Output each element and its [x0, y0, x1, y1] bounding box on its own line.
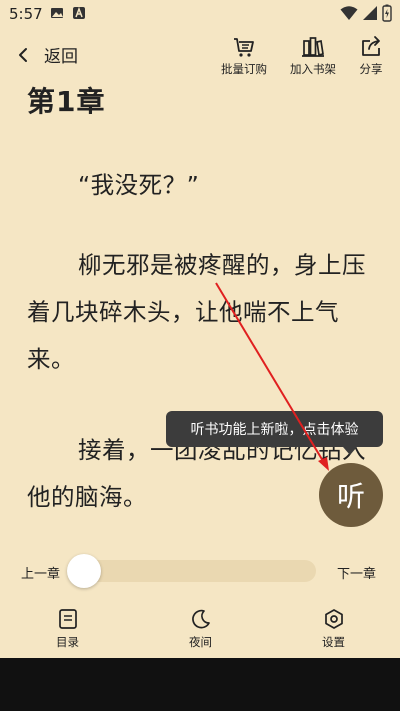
night-label: 夜间 [189, 635, 212, 649]
add-to-shelf-button[interactable]: 加入书架 [290, 34, 336, 77]
progress-slider-track[interactable] [68, 560, 316, 582]
cart-icon [234, 38, 254, 57]
batch-order-button[interactable]: 批量订购 [221, 34, 267, 77]
prev-chapter-button[interactable]: 上一章 [21, 563, 60, 582]
reader-bottom-bar: 目录 夜间 设置 [0, 608, 400, 658]
toc-label: 目录 [56, 635, 79, 649]
battery-charging-icon [382, 4, 392, 22]
chapter-progress: 上一章 下一章 [0, 553, 400, 589]
listen-feature-tooltip[interactable]: 听书功能上新啦，点击体验 [166, 411, 383, 447]
moon-icon [191, 609, 210, 629]
listen-button[interactable]: 听 [319, 463, 383, 527]
paragraph: “我没死？” [78, 171, 200, 199]
next-chapter-button[interactable]: 下一章 [337, 563, 376, 582]
toc-button[interactable]: 目录 [56, 608, 79, 650]
bookshelf-icon [302, 37, 324, 57]
share-icon [362, 36, 380, 56]
settings-icon [324, 609, 343, 629]
share-button[interactable]: 分享 [358, 34, 384, 77]
paragraph: 柳无邪是被疼醒的，身上压着几块碎木头，让他喘不上气来。 [27, 251, 366, 373]
status-time: 5:57 [9, 5, 43, 23]
status-bar: 5:57 [0, 0, 400, 28]
chevron-left-icon [19, 47, 27, 62]
settings-button[interactable]: 设置 [322, 608, 345, 650]
settings-label: 设置 [322, 635, 345, 649]
reader-toolbar: 返回 批量订购 加入书架 分享 [0, 34, 400, 80]
table-of-contents-icon [58, 609, 77, 629]
share-label: 分享 [359, 62, 383, 76]
wifi-icon [340, 6, 358, 20]
back-button[interactable]: 返回 [14, 42, 78, 67]
chapter-title: 第1章 [27, 85, 106, 118]
system-navigation-bar [0, 658, 400, 711]
night-mode-button[interactable]: 夜间 [189, 608, 212, 650]
signal-icon [363, 6, 377, 20]
tooltip-tail [343, 447, 357, 455]
batch-order-label: 批量订购 [221, 62, 267, 76]
back-label: 返回 [44, 47, 78, 67]
gallery-notification-icon [51, 8, 63, 18]
add-to-shelf-label: 加入书架 [290, 62, 336, 76]
app-notification-icon [73, 6, 85, 19]
progress-slider-thumb[interactable] [67, 554, 101, 588]
